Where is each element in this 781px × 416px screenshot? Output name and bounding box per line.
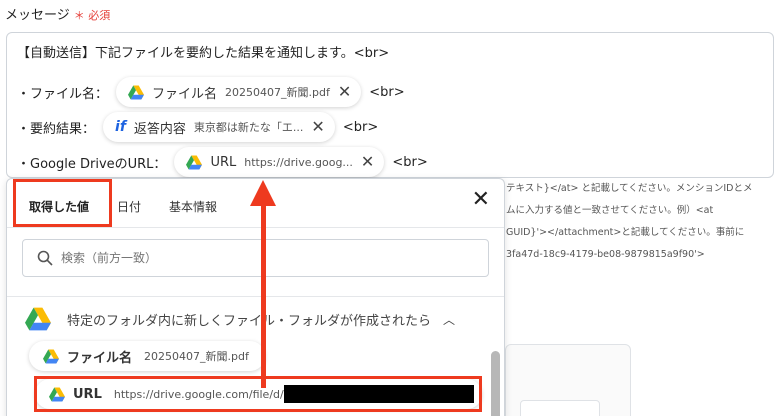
variable-chip-filename[interactable]: ファイル名 20250407_新聞.pdf ✕	[116, 77, 362, 107]
line-prefix: ・ファイル名：	[17, 86, 109, 102]
yoom-if-icon: if	[115, 119, 126, 135]
background-input	[520, 400, 600, 416]
variable-chip-summary[interactable]: if 返答内容 東京都は新たな「エ... ✕	[103, 112, 335, 142]
br-tag: <br>	[369, 84, 405, 100]
close-icon[interactable]: ✕	[311, 119, 324, 135]
highlight-url-box	[34, 376, 482, 412]
google-drive-icon	[43, 349, 59, 363]
close-icon[interactable]: ✕	[472, 189, 490, 211]
scrollbar[interactable]	[491, 351, 500, 416]
chevron-up-icon: ︿	[443, 312, 456, 327]
message-line-1: 【自動送信】下記ファイルを要約した結果を通知します。<br>	[17, 46, 390, 61]
help-line: テキスト}</at> と記載してください。メンションIDとメ	[506, 183, 753, 194]
group-title: 特定のフォルダ内に新しくファイル・フォルダが作成されたら	[67, 313, 432, 329]
message-field-label: メッセージ＊ 必須	[5, 4, 110, 23]
line-prefix: ・Google DriveのURL：	[17, 156, 167, 172]
google-drive-icon	[128, 85, 145, 99]
google-drive-icon	[25, 307, 51, 331]
value-item-filename[interactable]: ファイル名 20250407_新聞.pdf	[29, 341, 265, 371]
search-box[interactable]	[22, 239, 489, 277]
chip-name: 返答内容	[133, 121, 186, 137]
trigger-group-header[interactable]: 特定のフォルダ内に新しくファイル・フォルダが作成されたら ︿	[25, 307, 455, 331]
chip-value: 20250407_新聞.pdf	[225, 86, 330, 99]
item-value: 20250407_新聞.pdf	[144, 350, 249, 363]
close-icon[interactable]: ✕	[361, 154, 374, 170]
help-line: ムに入力する値と一致させてください。例）<at	[506, 205, 714, 216]
divider	[7, 227, 504, 228]
annotation-arrow-head	[250, 180, 276, 206]
chip-value: https://drive.goog...	[244, 155, 353, 169]
field-label-text: メッセージ	[5, 8, 70, 23]
br-tag: <br>	[392, 154, 428, 170]
tab-basic-info[interactable]: 基本情報	[155, 185, 231, 227]
message-line-4: ・Google DriveのURL： URL https://drive.goo…	[17, 147, 428, 177]
variable-chip-url[interactable]: URL https://drive.goog... ✕	[174, 147, 385, 177]
chip-value: 東京都は新たな「エ...	[193, 121, 304, 134]
help-text: テキスト}</at> と記載してください。メンションIDとメ ムに入力する値と一…	[506, 178, 776, 266]
line-prefix: ・要約結果：	[17, 121, 96, 137]
chip-name: ファイル名	[152, 86, 218, 102]
annotation-arrow-shaft	[261, 204, 266, 388]
item-name: ファイル名	[67, 350, 133, 366]
close-icon[interactable]: ✕	[338, 84, 351, 100]
message-line-2: ・ファイル名： ファイル名 20250407_新聞.pdf ✕ <br>	[17, 77, 405, 107]
message-line-3: ・要約結果： if 返答内容 東京都は新たな「エ... ✕ <br>	[17, 112, 378, 142]
search-input[interactable]	[61, 251, 361, 265]
google-drive-icon	[186, 155, 203, 169]
highlight-tab-box	[13, 179, 112, 227]
help-line: GUID}'></attachment>と記載してください。事前に	[506, 227, 745, 238]
message-editor[interactable]: 【自動送信】下記ファイルを要約した結果を通知します。<br> ・ファイル名： フ…	[6, 32, 774, 178]
br-tag: <br>	[342, 119, 379, 135]
chip-name: URL	[210, 154, 237, 170]
search-icon	[37, 250, 53, 266]
help-line: 3fa47d-18c9-4179-be08-9879815a9f90'>	[506, 249, 705, 260]
required-badge: ＊ 必須	[73, 9, 111, 22]
divider	[7, 296, 504, 297]
